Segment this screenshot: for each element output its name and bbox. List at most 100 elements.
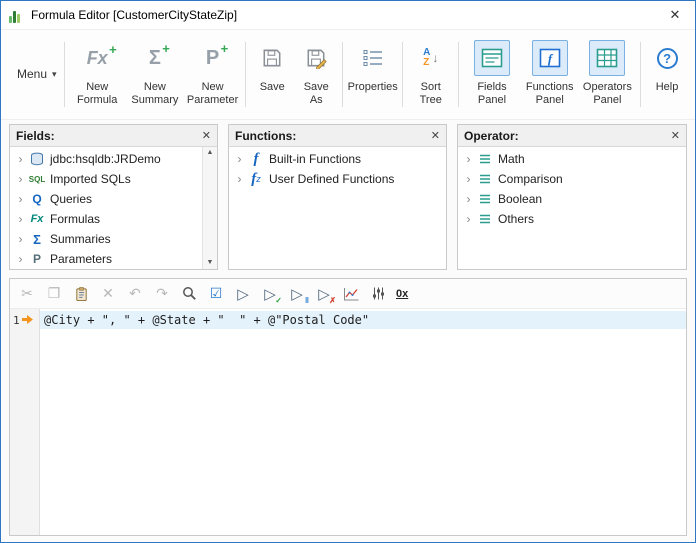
operators-item-comparison[interactable]: › Comparison [458, 169, 686, 189]
toolbar-separator [402, 42, 404, 107]
functions-panel-title: Functions: [235, 128, 297, 143]
expand-chevron-icon[interactable]: › [462, 153, 475, 165]
help-button[interactable]: ? Help [645, 34, 689, 115]
code-line[interactable]: @City + ", " + @State + " " + @"Postal C… [40, 311, 686, 329]
formula-icon: Fx [30, 213, 44, 225]
editor-body: 1 @City + ", " + @State + " " + @"Postal… [10, 309, 686, 535]
formula-code-area[interactable]: @City + ", " + @State + " " + @"Postal C… [40, 309, 686, 535]
operators-panel-toggle[interactable]: Operators Panel [579, 34, 637, 115]
fields-panel-close-button[interactable]: ✕ [202, 129, 211, 142]
adjust-options-icon[interactable] [369, 285, 387, 303]
expand-chevron-icon[interactable]: › [14, 153, 27, 165]
scroll-up-icon[interactable]: ▲ [207, 148, 214, 158]
window-title: Formula Editor [CustomerCityStateZip] [31, 8, 238, 22]
scroll-down-icon[interactable]: ▼ [207, 258, 214, 268]
fields-item-datasource[interactable]: › jdbc:hsqldb:JRDemo [10, 149, 217, 169]
editor-toolbar: ✂ ❐ ✕ ↶ ↷ ☑ ▷ ▷ ✓ ▷ ‖ ▷ ✗ 0x [10, 279, 686, 309]
save-as-button[interactable]: Save As [294, 34, 338, 115]
find-icon[interactable] [180, 285, 198, 303]
menu-button[interactable]: Menu ▾ [7, 34, 60, 115]
line-number: 1 [13, 314, 20, 327]
expand-chevron-icon[interactable]: › [462, 193, 475, 205]
run-to-line-icon[interactable]: ▷ ‖ [288, 285, 309, 305]
plus-badge-icon: + [109, 42, 117, 57]
line-number-gutter: 1 [10, 309, 40, 535]
operators-panel-title: Operator: [464, 128, 519, 143]
new-formula-icon: Fx + [86, 42, 117, 68]
save-button[interactable]: Save [250, 34, 294, 115]
formula-editor-window: Formula Editor [CustomerCityStateZip] ✕ … [0, 0, 696, 543]
functions-panel-toggle[interactable]: f Functions Panel [521, 34, 579, 115]
parameter-icon: P [32, 252, 41, 266]
undo-icon[interactable]: ↶ [126, 285, 144, 303]
query-icon: Q [32, 192, 42, 206]
copy-icon[interactable]: ❐ [45, 285, 63, 303]
operators-panel: Operator: ✕ › Math › Comparison › Boolea [457, 124, 687, 270]
expand-chevron-icon[interactable]: › [14, 213, 27, 225]
cut-icon[interactable]: ✂ [18, 285, 36, 303]
fields-panel-toggle[interactable]: Fields Panel [463, 34, 521, 115]
expand-chevron-icon[interactable]: › [14, 233, 27, 245]
toolbar-separator [63, 42, 65, 107]
toolbar-separator [342, 42, 344, 107]
expand-chevron-icon[interactable]: › [14, 253, 27, 265]
window-close-button[interactable]: ✕ [659, 4, 691, 26]
expand-chevron-icon[interactable]: › [14, 173, 27, 185]
functions-panel-close-button[interactable]: ✕ [431, 129, 440, 142]
delete-icon[interactable]: ✕ [99, 285, 117, 303]
properties-button[interactable]: Properties [347, 34, 398, 115]
fields-item-parameters[interactable]: › P Parameters [10, 249, 217, 269]
titlebar: Formula Editor [CustomerCityStateZip] ✕ [1, 1, 695, 29]
operators-item-boolean[interactable]: › Boolean [458, 189, 686, 209]
properties-icon [355, 40, 391, 76]
operator-list-icon [475, 153, 495, 165]
check-mark-icon: ✓ [275, 295, 282, 305]
functions-panel-header: Functions: ✕ [229, 125, 446, 147]
syntax-check-icon[interactable]: ☑ [207, 285, 225, 303]
fields-panel-icon [474, 40, 510, 76]
operator-list-icon [475, 173, 495, 185]
operators-panel-close-button[interactable]: ✕ [671, 129, 680, 142]
new-parameter-button[interactable]: P + New Parameter [184, 34, 242, 115]
expand-chevron-icon[interactable]: › [233, 173, 246, 185]
expand-chevron-icon[interactable]: › [462, 213, 475, 225]
database-icon [27, 152, 47, 166]
save-icon [254, 40, 290, 76]
fields-panel-header: Fields: ✕ [10, 125, 217, 147]
run-verify-icon[interactable]: ▷ ✓ [261, 285, 282, 305]
user-function-icon: fz [251, 170, 261, 187]
expand-chevron-icon[interactable]: › [14, 193, 27, 205]
chart-icon[interactable] [342, 285, 360, 303]
fields-item-summaries[interactable]: › Σ Summaries [10, 229, 217, 249]
new-formula-button[interactable]: Fx + New Formula [68, 34, 126, 115]
plus-badge-icon: + [162, 41, 170, 56]
operator-list-icon [475, 213, 495, 225]
functions-item-user-defined[interactable]: › fz User Defined Functions [229, 169, 446, 189]
operators-panel-header: Operator: ✕ [458, 125, 686, 147]
expand-chevron-icon[interactable]: › [233, 153, 246, 165]
paste-icon[interactable] [72, 285, 90, 303]
operators-panel-icon [589, 40, 626, 76]
redo-icon[interactable]: ↷ [153, 285, 171, 303]
main-toolbar: Menu ▾ Fx + New Formula Σ + New Summary P +… [1, 29, 695, 120]
operators-item-math[interactable]: › Math [458, 149, 686, 169]
cancel-run-icon[interactable]: ▷ ✗ [315, 285, 336, 305]
functions-item-builtin[interactable]: › f Built-in Functions [229, 149, 446, 169]
fields-panel-title: Fields: [16, 128, 55, 143]
run-icon[interactable]: ▷ [234, 285, 252, 303]
x-mark-icon: ✗ [329, 295, 336, 305]
arrow-down-icon: ↓ [432, 51, 439, 65]
functions-panel-icon: f [531, 40, 568, 76]
operators-item-others[interactable]: › Others [458, 209, 686, 229]
fields-item-queries[interactable]: › Q Queries [10, 189, 217, 209]
hex-display-icon[interactable]: 0x [396, 285, 408, 303]
expand-chevron-icon[interactable]: › [462, 173, 475, 185]
sort-tree-button[interactable]: AZ ↓ Sort Tree [407, 34, 454, 115]
operator-list-icon [475, 193, 495, 205]
fields-scrollbar[interactable]: ▲ ▼ [202, 147, 217, 269]
fields-item-formulas[interactable]: › Fx Formulas [10, 209, 217, 229]
plus-badge-icon: + [220, 41, 229, 56]
new-summary-button[interactable]: Σ + New Summary [126, 34, 184, 115]
bar-mark-icon: ‖ [305, 295, 309, 305]
fields-item-imported-sqls[interactable]: › SQL Imported SQLs [10, 169, 217, 189]
